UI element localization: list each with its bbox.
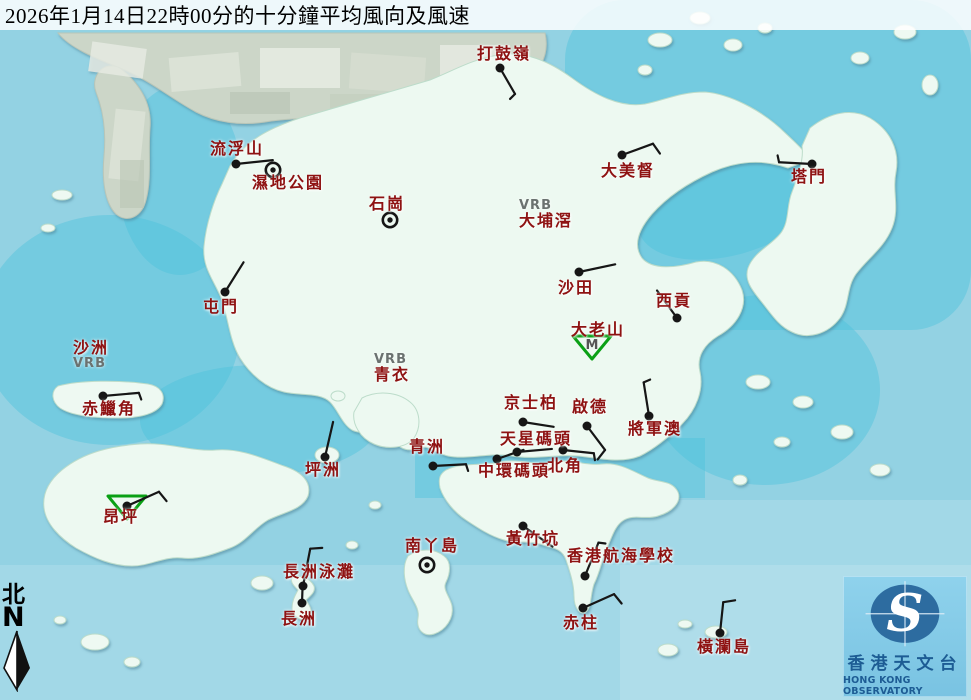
wind-barb-line — [779, 162, 812, 164]
station-north-point-marker — [559, 446, 595, 461]
hko-name-zh: 香港天文台 — [848, 649, 963, 674]
wind-barb-line — [579, 264, 615, 272]
station-dot — [559, 446, 568, 455]
station-dot — [387, 217, 392, 222]
wind-barb-line — [139, 393, 141, 400]
station-dot — [99, 392, 108, 401]
station-central-pier-marker — [493, 450, 524, 464]
title-bar: 2026年1月14日22時00分的十分鐘平均風向及風速 — [0, 0, 971, 30]
wind-barb-line — [583, 594, 614, 608]
wind-barb-line — [127, 492, 159, 506]
station-sai-kung-marker — [657, 290, 681, 322]
station-cheung-chau-beach-marker — [299, 548, 323, 591]
station-dot — [579, 604, 588, 613]
map-title: 2026年1月14日22時00分的十分鐘平均風向及風速 — [0, 0, 470, 30]
wind-barb-line — [657, 290, 677, 318]
wind-barb-line — [622, 144, 653, 155]
missing-data-indicator: M — [586, 338, 599, 353]
station-chek-lap-kok-marker — [99, 392, 142, 401]
station-kings-park-marker — [519, 418, 554, 427]
wind-barb-line — [598, 543, 605, 544]
wind-barb-line — [225, 262, 244, 292]
station-tseung-kwan-o-marker — [644, 380, 654, 421]
wind-barb-line — [103, 393, 139, 396]
wind-barb-line — [778, 155, 779, 162]
wind-barb-line — [523, 526, 552, 547]
hko-logo-emblem-icon: S — [843, 576, 967, 648]
wind-barb-line — [303, 549, 310, 586]
wind-barb-line — [510, 94, 515, 99]
station-wetland-park-marker — [266, 163, 280, 177]
wind-barb-line — [236, 160, 273, 164]
station-tates-cairn-marker: M — [573, 336, 611, 359]
station-dot — [221, 288, 230, 297]
station-dot — [429, 462, 438, 471]
station-dot — [645, 412, 654, 421]
station-dot — [583, 422, 592, 431]
station-dot — [519, 418, 528, 427]
station-dot — [673, 314, 682, 323]
wind-barb-line — [325, 422, 333, 457]
wind-barb-line — [433, 464, 466, 466]
station-tuen-mun-marker — [221, 262, 244, 296]
wind-barb-line — [653, 144, 660, 154]
north-compass: 北 N — [2, 583, 36, 692]
hko-logo: S 香港天文台 HONG KONG OBSERVATORY — [843, 576, 967, 697]
station-ngong-ping-marker — [108, 492, 167, 519]
station-dot — [581, 572, 590, 581]
station-dot — [270, 167, 275, 172]
wind-barb-line — [310, 548, 322, 549]
station-dot — [424, 562, 429, 567]
station-dot — [618, 151, 627, 160]
station-markers-layer: M — [0, 0, 971, 700]
station-dot — [519, 522, 528, 531]
station-ta-kwu-ling-marker — [496, 64, 516, 99]
station-stanley-marker — [579, 594, 622, 612]
wind-map: M 打鼓嶺流浮山濕地公園石崗大美督塔門VRB大埔滘沙田西貢大老山屯門沙洲VRB赤… — [0, 0, 971, 700]
station-dot — [716, 629, 725, 638]
wind-barb-line — [523, 422, 554, 427]
compass-label-en: N — [2, 606, 36, 630]
station-dot — [232, 160, 241, 169]
station-sha-tin-marker — [575, 264, 616, 276]
station-dot — [321, 453, 330, 462]
station-tap-mun-marker — [778, 155, 817, 168]
hko-name-en: HONG KONG OBSERVATORY — [843, 675, 967, 697]
wind-barb-line — [594, 453, 595, 460]
wind-barb-line — [614, 594, 622, 603]
station-dot — [493, 455, 502, 464]
wind-barb-line — [466, 464, 468, 471]
station-shek-kong-marker — [383, 213, 397, 227]
station-tai-mei-tuk-marker — [618, 144, 660, 160]
wind-barb-line — [720, 602, 723, 633]
station-peng-chau-marker — [321, 422, 334, 462]
station-dot — [808, 160, 817, 169]
station-dot — [123, 502, 132, 511]
station-hk-sea-school-marker — [581, 543, 606, 581]
wind-barb-line — [587, 426, 605, 450]
station-lamma-island-marker — [420, 558, 434, 572]
station-dot — [298, 599, 307, 608]
station-dot — [496, 64, 505, 73]
wind-barb-line — [644, 382, 649, 416]
hko-logo-monogram: S — [886, 584, 923, 644]
station-wong-chuk-hang-marker — [519, 522, 553, 547]
station-dot — [575, 268, 584, 277]
wind-barb-line — [585, 543, 598, 576]
station-waglan-island-marker — [716, 600, 736, 637]
wind-barb-line — [598, 450, 605, 459]
wind-barb-line — [644, 380, 650, 383]
station-green-island-marker — [429, 462, 469, 471]
wind-barb-line — [159, 492, 167, 501]
wind-barb-line — [563, 450, 594, 453]
wind-barb-line — [723, 600, 735, 602]
north-arrow-icon — [2, 630, 34, 692]
